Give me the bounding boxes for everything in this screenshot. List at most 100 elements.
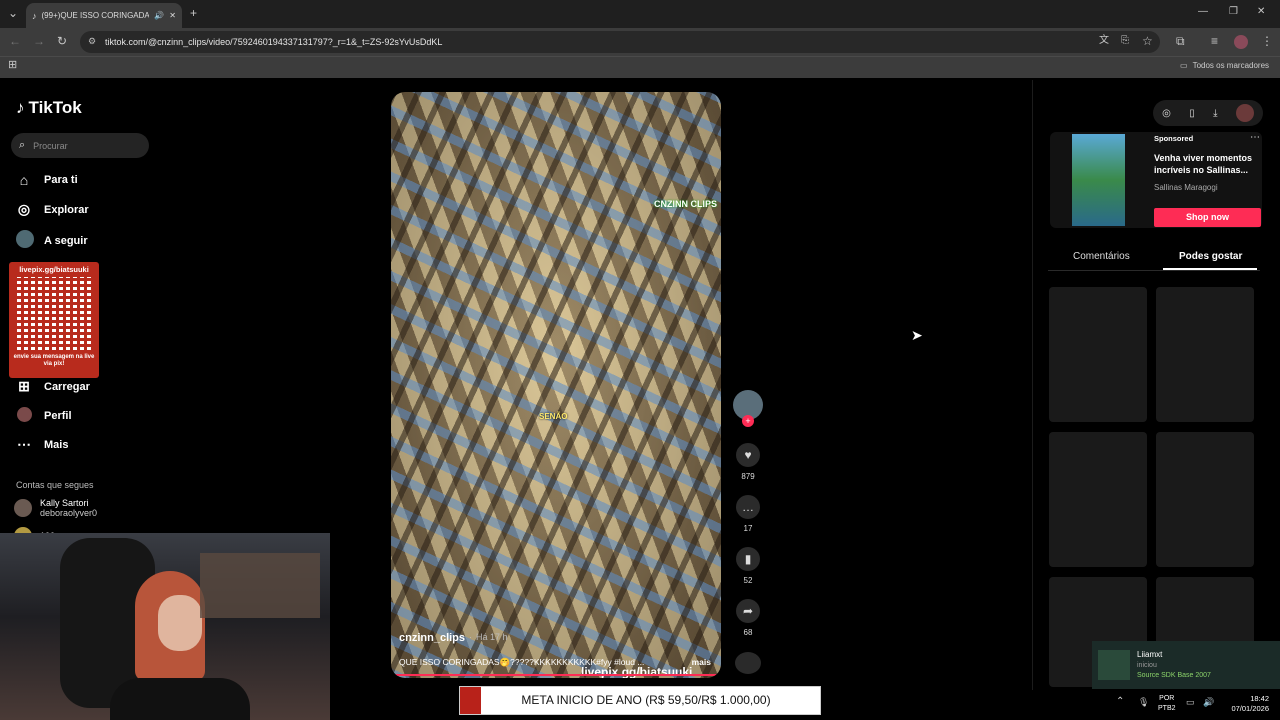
- back-icon[interactable]: ←: [9, 35, 21, 47]
- maximize-icon[interactable]: ❐: [1229, 7, 1238, 17]
- nav-explore[interactable]: ◎ Explorar: [16, 201, 89, 218]
- nav-label: Perfil: [44, 410, 72, 422]
- nav-label: Explorar: [44, 203, 89, 216]
- tray-chevron-icon[interactable]: ⌃: [1116, 696, 1124, 707]
- qr-top-text: livepix.gg/biatsuuki: [19, 265, 89, 274]
- ad-menu-icon[interactable]: ⋯: [1250, 132, 1260, 143]
- follow-plus-icon[interactable]: +: [742, 415, 754, 427]
- tab-you-may-like[interactable]: Podes gostar: [1179, 251, 1242, 262]
- compass-icon[interactable]: ◎: [1162, 108, 1171, 119]
- tab-list-icon[interactable]: ⌄: [8, 7, 18, 19]
- lang-primary: POR: [1159, 695, 1175, 702]
- nav-upload[interactable]: ⊞ Carregar: [16, 378, 90, 395]
- save-count: 52: [743, 576, 753, 585]
- network-icon[interactable]: ▭: [1186, 697, 1195, 708]
- suggestion-tile[interactable]: [1156, 287, 1254, 422]
- top-actions: ◎ ▯ ⤓: [1153, 100, 1263, 126]
- avatar[interactable]: [1235, 104, 1254, 122]
- logo-text: TikTok: [28, 98, 82, 117]
- browser-tab[interactable]: ♪ (99+)QUE ISSO CORINGADA 🔊 ✕: [26, 3, 182, 28]
- progress-bar[interactable]: [395, 674, 717, 676]
- close-window-icon[interactable]: ✕: [1257, 7, 1265, 17]
- nav-following[interactable]: A seguir: [16, 230, 88, 251]
- bookmark-icon: ▮: [736, 547, 760, 571]
- video-author-line: cnzinn_clips · Há 17 h: [399, 632, 508, 644]
- stream-goal-bar: META INICIO DE ANO (R$ 59,50/R$ 1.000,00…: [459, 686, 821, 715]
- video-author[interactable]: cnzinn_clips: [399, 632, 465, 644]
- notification-avatar: [1098, 650, 1130, 680]
- nav-more[interactable]: ⋯ Mais: [16, 436, 68, 453]
- goal-text: META INICIO DE ANO (R$ 59,50/R$ 1.000,00…: [521, 693, 771, 707]
- avatar: [14, 499, 32, 517]
- tab-comments[interactable]: Comentários: [1073, 251, 1130, 262]
- like-button[interactable]: ♥ 879: [733, 443, 763, 481]
- folder-icon: ▭: [1180, 61, 1188, 70]
- comment-icon: …: [736, 495, 760, 519]
- comment-button[interactable]: … 17: [733, 495, 763, 533]
- notification-game: Source SDK Base 2007: [1137, 672, 1211, 679]
- more-icon: ⋯: [17, 436, 31, 452]
- star-icon[interactable]: ☆: [1142, 35, 1153, 47]
- apps-grid-icon[interactable]: ⊞: [8, 60, 17, 71]
- sponsored-card[interactable]: Sponsored ⋯ Venha viver momentos incríve…: [1050, 132, 1262, 228]
- cast-icon[interactable]: ⎘: [1121, 36, 1129, 46]
- following-item[interactable]: Kally Sartori deboraolyver0: [14, 498, 97, 518]
- streamer-body: [110, 678, 250, 720]
- nav-profile[interactable]: Perfil: [16, 407, 72, 425]
- extensions-icon[interactable]: ⧉: [1176, 35, 1185, 47]
- media-icon[interactable]: ≡: [1211, 35, 1218, 47]
- clock[interactable]: 18:42 07/01/2026: [1225, 694, 1269, 714]
- ad-title: Venha viver momentos incríveis no Sallin…: [1154, 153, 1253, 175]
- livepix-qr-overlay: livepix.gg/biatsuuki envie sua mensagem …: [9, 262, 99, 378]
- share-icon: ➦: [736, 599, 760, 623]
- volume-icon[interactable]: 🔊: [1203, 697, 1214, 708]
- more-link[interactable]: mais: [692, 657, 711, 668]
- nav-for-you[interactable]: ⌂ Para ti: [16, 172, 78, 188]
- site-info-icon[interactable]: ⚙: [88, 36, 96, 47]
- tiktok-logo[interactable]: ♪ TikTok: [16, 98, 82, 118]
- share-button[interactable]: ➦ 68: [733, 599, 763, 637]
- microphone-icon[interactable]: 🎙: [1138, 697, 1149, 708]
- profile-avatar[interactable]: [1234, 35, 1248, 49]
- nav-label: Mais: [44, 438, 69, 451]
- minimize-icon[interactable]: —: [1198, 7, 1208, 17]
- suggestion-tile[interactable]: [1049, 432, 1147, 567]
- ad-image: [1072, 134, 1125, 226]
- menu-dots-icon[interactable]: ⋮: [1261, 35, 1273, 47]
- nav-label: A seguir: [44, 234, 88, 247]
- following-name: Kally Sartori: [40, 498, 89, 508]
- tiktok-favicon-icon: ♪: [32, 10, 37, 21]
- video-player[interactable]: CNZINN CLIPS SENÃO cnzinn_clips · Há 17 …: [391, 92, 721, 678]
- address-bar[interactable]: ⚙ tiktok.com/@cnzinn_clips/video/7592460…: [80, 31, 1160, 53]
- all-bookmarks[interactable]: ▭ Todos os marcadores: [1180, 61, 1269, 70]
- download-icon[interactable]: ⤓: [1213, 108, 1217, 119]
- save-button[interactable]: ▮ 52: [733, 547, 763, 585]
- close-icon[interactable]: ✕: [169, 11, 176, 20]
- search-icon: ⌕: [19, 139, 26, 151]
- lang-secondary: PTB2: [1158, 705, 1176, 712]
- search-placeholder: Procurar: [33, 140, 68, 151]
- nav-label: Para ti: [44, 174, 78, 186]
- clock-date: 07/01/2026: [1231, 704, 1269, 713]
- translate-icon[interactable]: 文: [1099, 36, 1109, 46]
- shelf-background: [200, 553, 320, 618]
- qr-code-icon: [14, 277, 94, 353]
- shop-now-button[interactable]: Shop now: [1154, 208, 1261, 227]
- tiktok-note-icon: ♪: [16, 98, 25, 117]
- speaker-icon[interactable]: 🔊: [154, 11, 164, 20]
- suggestion-tile[interactable]: [1156, 432, 1254, 567]
- video-time: Há 17 h: [476, 632, 508, 642]
- suggestion-tile[interactable]: [1049, 287, 1147, 422]
- forward-icon[interactable]: →: [33, 35, 45, 47]
- stream-link-overlay: livepix.gg/biatsuuki: [581, 665, 693, 678]
- music-disc-icon[interactable]: [735, 652, 761, 674]
- search-input[interactable]: ⌕ Procurar: [11, 133, 149, 158]
- device-icon[interactable]: ▯: [1189, 108, 1195, 119]
- input-language[interactable]: POR PTB2: [1158, 694, 1176, 714]
- webcam-overlay: [0, 533, 330, 720]
- following-title: Contas que segues: [16, 480, 94, 490]
- new-tab-icon[interactable]: +: [190, 7, 197, 19]
- reload-icon[interactable]: ↻: [57, 35, 67, 47]
- game-notification: Liiamxt iniciou Source SDK Base 2007: [1092, 641, 1280, 689]
- nav-label: Carregar: [44, 380, 90, 393]
